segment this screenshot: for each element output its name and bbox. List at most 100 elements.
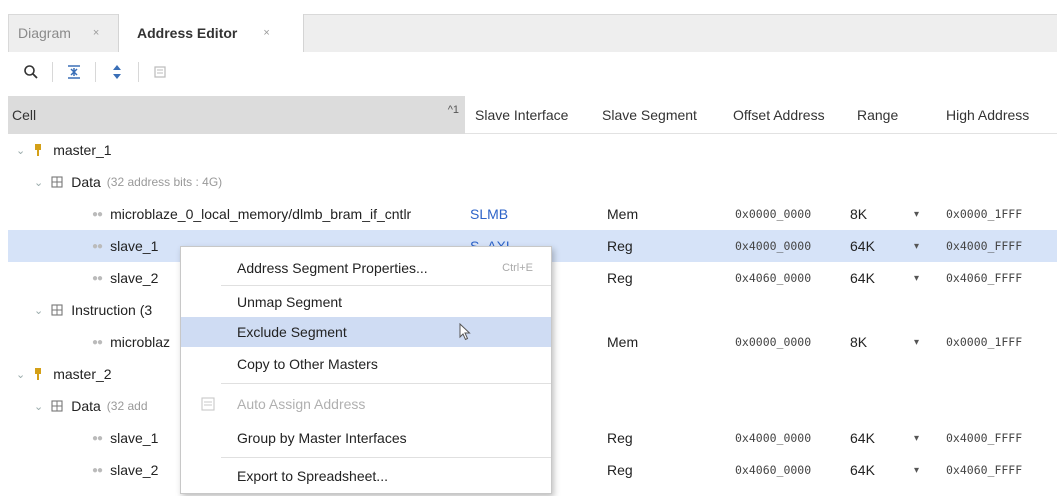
row-high-address: 0x4060_FFFF [946, 271, 1023, 285]
row-range[interactable]: 64K [850, 422, 875, 454]
row-cell-name: slave_2 [110, 462, 159, 478]
menu-item-auto-assign-address: Auto Assign Address [181, 389, 551, 419]
chevron-down-icon[interactable]: ⌄ [34, 304, 43, 317]
row-range[interactable]: 64K [850, 230, 875, 262]
tab-diagram-close-icon[interactable]: × [93, 27, 99, 39]
row-cell-name: microblaze_0_local_memory/dlmb_bram_if_c… [110, 206, 412, 222]
row-slave-interface[interactable]: SLMB [470, 198, 508, 230]
chevron-down-icon[interactable]: ⌄ [16, 144, 25, 157]
row-high-address: 0x4000_FFFF [946, 239, 1023, 253]
column-header-high-address[interactable]: High Address [946, 96, 1029, 134]
column-header-slave-segment[interactable]: Slave Segment [602, 96, 697, 134]
row-slave-segment: Mem [607, 206, 639, 222]
row-high-address: 0x4000_FFFF [946, 431, 1023, 445]
toolbar-separator [95, 62, 96, 82]
menu-separator [221, 457, 551, 458]
segment-icon: ●● [92, 336, 103, 348]
row-offset-address[interactable]: 0x4060_0000 [735, 454, 811, 486]
row-offset-address[interactable]: 0x4000_0000 [735, 230, 811, 262]
master-pin-icon [35, 144, 42, 156]
range-dropdown-icon[interactable]: ▾ [914, 230, 919, 262]
row-address-note: (32 address bits : 4G) [106, 175, 223, 189]
menu-separator [221, 285, 551, 286]
range-dropdown-icon[interactable]: ▾ [914, 326, 919, 358]
toolbar [8, 52, 1057, 92]
address-space-icon [51, 400, 63, 412]
editor-tab-bar: Diagram × Address Editor × [0, 0, 1057, 52]
row-address-note: (32 add [106, 399, 148, 413]
menu-separator [221, 383, 551, 384]
column-header-slave-interface[interactable]: Slave Interface [475, 96, 568, 134]
collapse-all-icon[interactable] [63, 61, 85, 83]
range-dropdown-icon[interactable]: ▾ [914, 422, 919, 454]
chevron-down-icon[interactable]: ⌄ [34, 400, 43, 413]
context-menu: Address Segment Properties... Ctrl+E Unm… [180, 246, 552, 494]
row-cell-name: Instruction (3 [71, 302, 153, 318]
row-slave-segment: Reg [607, 270, 633, 286]
tab-diagram[interactable]: Diagram × [10, 14, 118, 52]
table-header: Cell ^1 Slave Interface Slave Segment Of… [8, 96, 1057, 134]
row-offset-address[interactable]: 0x0000_0000 [735, 198, 811, 230]
row-offset-address[interactable]: 0x0000_0000 [735, 326, 811, 358]
chevron-down-icon[interactable]: ⌄ [34, 176, 43, 189]
tab-address-editor-close-icon[interactable]: × [263, 27, 269, 39]
menu-item-exclude-segment[interactable]: Exclude Segment [181, 317, 551, 347]
menu-item-group-by-master-interfaces[interactable]: Group by Master Interfaces [181, 423, 551, 453]
segment-icon: ●● [92, 272, 103, 284]
expand-all-icon[interactable] [106, 61, 128, 83]
row-cell-name: microblaz [110, 334, 170, 350]
auto-assign-icon [149, 61, 171, 83]
address-space-icon [51, 176, 63, 188]
tab-address-editor[interactable]: Address Editor × [118, 14, 304, 52]
menu-item-copy-to-other-masters[interactable]: Copy to Other Masters [181, 349, 551, 379]
row-slave-segment: Reg [607, 238, 633, 254]
toolbar-separator [138, 62, 139, 82]
search-icon[interactable] [20, 61, 42, 83]
column-header-range[interactable]: Range [857, 96, 898, 134]
row-high-address: 0x4060_FFFF [946, 463, 1023, 477]
menu-item-address-segment-properties[interactable]: Address Segment Properties... Ctrl+E [181, 253, 551, 283]
menu-item-label: Auto Assign Address [237, 396, 366, 412]
column-header-cell[interactable]: Cell ^1 [8, 96, 465, 134]
segment-icon: ●● [92, 464, 103, 476]
column-header-cell-label: Cell [12, 107, 37, 123]
column-header-offset-address[interactable]: Offset Address [733, 96, 825, 134]
row-offset-address[interactable]: 0x4000_0000 [735, 422, 811, 454]
row-cell-name: Data [71, 174, 101, 190]
range-dropdown-icon[interactable]: ▾ [914, 262, 919, 294]
chevron-down-icon[interactable]: ⌄ [16, 368, 25, 381]
row-range[interactable]: 64K [850, 262, 875, 294]
row-slave-segment: Mem [607, 334, 639, 350]
auto-assign-icon [201, 397, 215, 411]
row-high-address: 0x0000_1FFF [946, 335, 1023, 349]
menu-item-label: Group by Master Interfaces [237, 430, 407, 446]
row-slave-segment: Reg [607, 430, 633, 446]
range-dropdown-icon[interactable]: ▾ [914, 454, 919, 486]
row-range[interactable]: 8K [850, 326, 867, 358]
table-row[interactable]: ⌄ Data (32 address bits : 4G) [8, 166, 1057, 198]
sort-indicator: ^1 [447, 104, 459, 116]
row-high-address: 0x0000_1FFF [946, 207, 1023, 221]
range-dropdown-icon[interactable]: ▾ [914, 198, 919, 230]
row-offset-address[interactable]: 0x4060_0000 [735, 262, 811, 294]
menu-item-label: Address Segment Properties... [237, 260, 428, 276]
row-range[interactable]: 64K [850, 454, 875, 486]
segment-icon: ●● [92, 432, 103, 444]
menu-item-unmap-segment[interactable]: Unmap Segment [181, 287, 551, 317]
row-range[interactable]: 8K [850, 198, 867, 230]
menu-item-export-to-spreadsheet[interactable]: Export to Spreadsheet... [181, 461, 551, 491]
menu-item-label: Exclude Segment [237, 324, 347, 340]
row-cell-name: slave_1 [110, 238, 159, 254]
mouse-cursor-icon [459, 323, 471, 341]
segment-icon: ●● [92, 240, 103, 252]
menu-item-shortcut: Ctrl+E [502, 262, 533, 274]
table-row[interactable]: ●● microblaze_0_local_memory/dlmb_bram_i… [8, 198, 1057, 230]
table-row[interactable]: ⌄ master_1 [8, 134, 1057, 166]
toolbar-separator [52, 62, 53, 82]
tab-diagram-label: Diagram [18, 25, 71, 41]
menu-item-label: Copy to Other Masters [237, 356, 378, 372]
master-pin-icon [35, 368, 42, 380]
address-space-icon [51, 304, 63, 316]
row-slave-segment: Reg [607, 462, 633, 478]
menu-item-label: Unmap Segment [237, 294, 343, 310]
